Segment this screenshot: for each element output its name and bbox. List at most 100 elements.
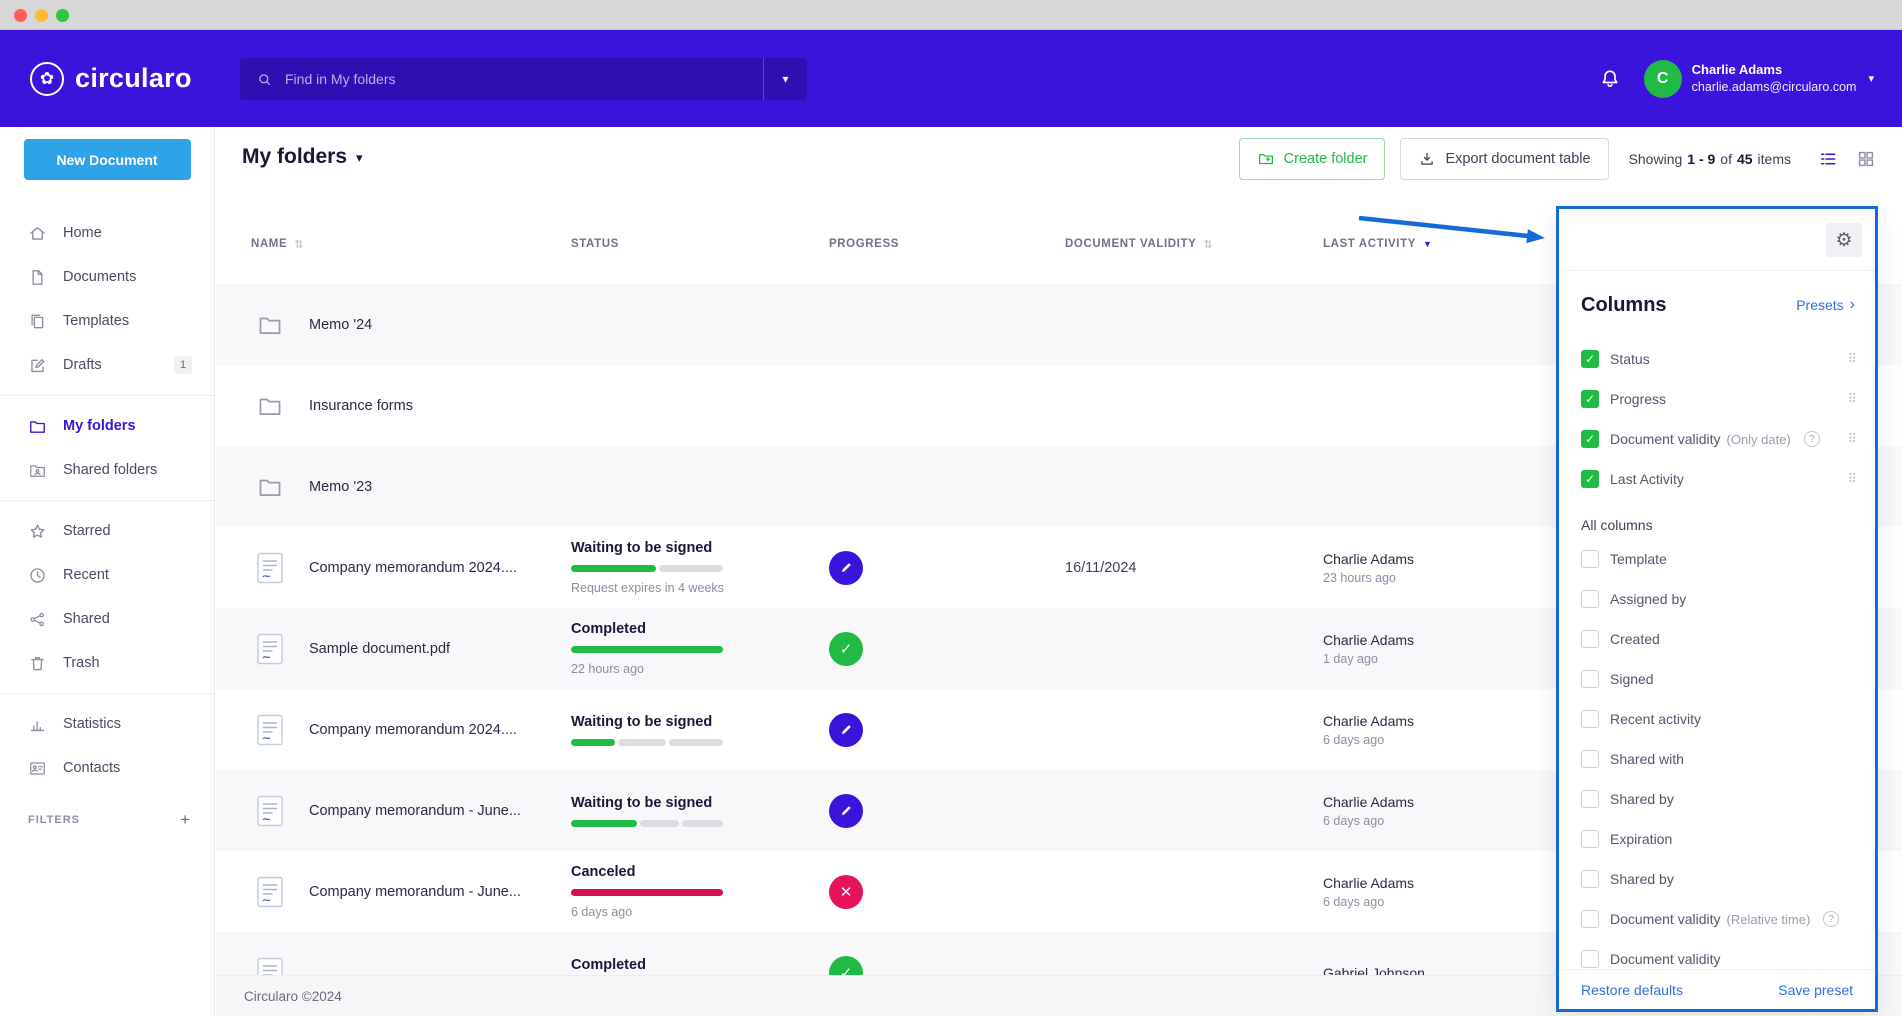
drag-handle-icon[interactable]: ⠿: [1847, 351, 1857, 367]
export-document-table-button[interactable]: Export document table: [1400, 138, 1608, 180]
sidebar-item-trash[interactable]: Trash: [0, 641, 214, 685]
list-view-icon[interactable]: [1818, 149, 1838, 169]
column-header-status[interactable]: STATUS: [571, 238, 829, 250]
checkbox-checked-icon[interactable]: ✓: [1581, 470, 1599, 488]
folder-plus-icon: [1257, 150, 1275, 168]
column-toggle-progress[interactable]: ✓Progress⠿: [1559, 379, 1875, 419]
column-toggle-document-validity-only-date[interactable]: ✓Document validity(Only date)?⠿: [1559, 419, 1875, 459]
sidebar-item-templates[interactable]: Templates: [0, 299, 214, 343]
sidebar-item-recent[interactable]: Recent: [0, 553, 214, 597]
brand-logo[interactable]: ✿ circularo: [30, 30, 192, 127]
row-name[interactable]: Memo '23: [309, 479, 372, 495]
enabled-columns-list: ✓Status⠿✓Progress⠿✓Document validity(Onl…: [1559, 339, 1875, 499]
title-caret-icon: ▾: [356, 150, 363, 166]
checkbox-unchecked-icon[interactable]: [1581, 870, 1599, 888]
sidebar-item-drafts[interactable]: Drafts1: [0, 343, 214, 387]
sidebar-item-contacts[interactable]: Contacts: [0, 746, 214, 790]
maximize-window-button[interactable]: [56, 9, 69, 22]
info-icon[interactable]: ?: [1804, 431, 1820, 447]
sidebar-item-starred[interactable]: Starred: [0, 509, 214, 553]
user-name: Charlie Adams: [1692, 61, 1857, 79]
row-name[interactable]: Company memorandum 2024....: [309, 722, 517, 738]
column-toggle-signed[interactable]: Signed: [1559, 659, 1875, 699]
page-title-dropdown[interactable]: My folders ▾: [242, 145, 363, 169]
checkbox-checked-icon[interactable]: ✓: [1581, 350, 1599, 368]
sidebar-item-documents[interactable]: Documents: [0, 255, 214, 299]
star-icon: [28, 522, 47, 541]
row-name[interactable]: Company memorandum - June...: [309, 803, 521, 819]
column-toggle-shared-by[interactable]: Shared by: [1559, 779, 1875, 819]
row-name[interactable]: Company memorandum - June...: [309, 884, 521, 900]
column-header-progress[interactable]: PROGRESS: [829, 238, 1065, 250]
statistics-icon: [28, 715, 47, 734]
sidebar-item-home[interactable]: Home: [0, 211, 214, 255]
sidebar-item-shared[interactable]: Shared: [0, 597, 214, 641]
row-name[interactable]: Insurance forms: [309, 398, 413, 414]
row-name[interactable]: Sample document.pdf: [309, 641, 450, 657]
create-folder-button[interactable]: Create folder: [1239, 138, 1386, 180]
column-toggle-assigned-by[interactable]: Assigned by: [1559, 579, 1875, 619]
sidebar-item-statistics[interactable]: Statistics: [0, 702, 214, 746]
sidebar-item-label: Trash: [63, 655, 100, 671]
checkbox-unchecked-icon[interactable]: [1581, 590, 1599, 608]
close-window-button[interactable]: [14, 9, 27, 22]
completed-check-icon[interactable]: ✓: [829, 632, 863, 666]
status-cell: Waiting to be signed: [571, 714, 829, 746]
drag-handle-icon[interactable]: ⠿: [1847, 471, 1857, 487]
row-name[interactable]: Company memorandum 2024....: [309, 560, 517, 576]
signature-progress-icon[interactable]: [829, 794, 863, 828]
save-preset-link[interactable]: Save preset: [1778, 982, 1853, 998]
grid-view-icon[interactable]: [1856, 149, 1876, 169]
sort-icon[interactable]: ⇅: [294, 238, 304, 251]
checkbox-unchecked-icon[interactable]: [1581, 790, 1599, 808]
column-toggle-document-validity-relative-time[interactable]: Document validity(Relative time)?: [1559, 899, 1875, 939]
sidebar-item-my-folders[interactable]: My folders: [0, 404, 214, 448]
document-icon: [257, 795, 283, 827]
search-scope-dropdown[interactable]: ▾: [763, 58, 807, 100]
checkbox-unchecked-icon[interactable]: [1581, 750, 1599, 768]
column-settings-gear-button[interactable]: ⚙: [1826, 223, 1862, 257]
checkbox-unchecked-icon[interactable]: [1581, 910, 1599, 928]
checkbox-unchecked-icon[interactable]: [1581, 550, 1599, 568]
notifications-bell-icon[interactable]: [1598, 67, 1622, 91]
sidebar-divider: [0, 395, 214, 396]
new-document-button[interactable]: New Document: [24, 139, 191, 180]
minimize-window-button[interactable]: [35, 9, 48, 22]
column-toggle-shared-by[interactable]: Shared by: [1559, 859, 1875, 899]
row-name[interactable]: Memo '24: [309, 317, 372, 333]
drag-handle-icon[interactable]: ⠿: [1847, 391, 1857, 407]
column-toggle-created[interactable]: Created: [1559, 619, 1875, 659]
column-header-name[interactable]: NAME⇅: [251, 238, 571, 251]
drag-handle-icon[interactable]: ⠿: [1847, 431, 1857, 447]
add-filter-button[interactable]: +: [180, 810, 190, 830]
checkbox-unchecked-icon[interactable]: [1581, 830, 1599, 848]
restore-defaults-link[interactable]: Restore defaults: [1581, 982, 1683, 998]
signature-progress-icon[interactable]: [829, 551, 863, 585]
checkbox-unchecked-icon[interactable]: [1581, 670, 1599, 688]
sort-icon[interactable]: ⇅: [1203, 238, 1213, 251]
sort-desc-icon[interactable]: ▼: [1423, 239, 1433, 249]
checkbox-checked-icon[interactable]: ✓: [1581, 430, 1599, 448]
column-toggle-last-activity[interactable]: ✓Last Activity⠿: [1559, 459, 1875, 499]
checkbox-checked-icon[interactable]: ✓: [1581, 390, 1599, 408]
global-search-input[interactable]: Find in My folders ▾: [240, 58, 807, 100]
signature-progress-icon[interactable]: [829, 713, 863, 747]
sidebar-item-shared-folders[interactable]: Shared folders: [0, 448, 214, 492]
column-toggle-recent-activity[interactable]: Recent activity: [1559, 699, 1875, 739]
checkbox-unchecked-icon[interactable]: [1581, 950, 1599, 968]
document-icon: [257, 714, 283, 746]
presets-link[interactable]: Presets ›: [1796, 296, 1855, 314]
status-label: Waiting to be signed: [571, 540, 829, 556]
column-toggle-shared-with[interactable]: Shared with: [1559, 739, 1875, 779]
column-toggle-status[interactable]: ✓Status⠿: [1559, 339, 1875, 379]
checkbox-unchecked-icon[interactable]: [1581, 710, 1599, 728]
all-columns-label: All columns: [1559, 499, 1875, 539]
progress-bar: [571, 889, 723, 896]
column-toggle-template[interactable]: Template: [1559, 539, 1875, 579]
column-toggle-expiration[interactable]: Expiration: [1559, 819, 1875, 859]
info-icon[interactable]: ?: [1823, 911, 1839, 927]
user-menu[interactable]: C Charlie Adams charlie.adams@circularo.…: [1644, 60, 1874, 98]
column-header-document-validity[interactable]: DOCUMENT VALIDITY⇅: [1065, 238, 1323, 251]
checkbox-unchecked-icon[interactable]: [1581, 630, 1599, 648]
canceled-x-icon[interactable]: ✕: [829, 875, 863, 909]
